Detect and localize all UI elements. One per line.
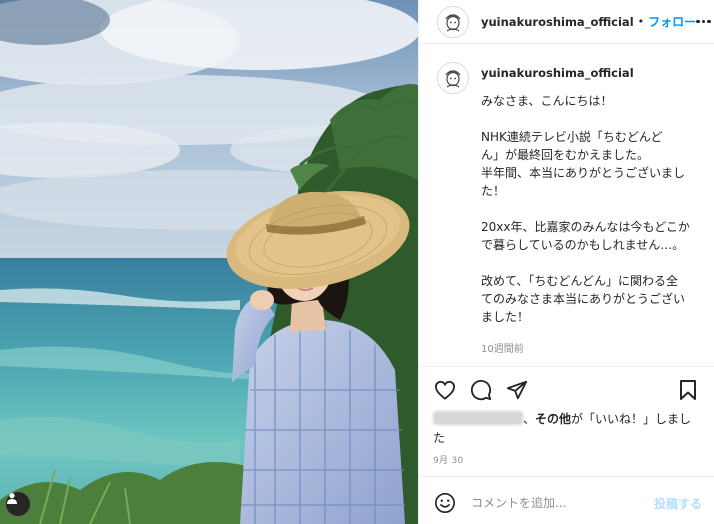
avatar-sketch-icon [439,64,467,92]
post-photo[interactable] [0,0,418,524]
caption: yuinakuroshima_official みなさま、こんにちは！ NHK連続… [437,62,700,355]
share-button[interactable] [505,378,529,402]
caption-line: 半年間、本当にありがとうございまし [481,166,686,180]
emoji-button[interactable] [433,491,457,515]
caption-line: みなさま、こんにちは！ [481,94,613,108]
comment-input[interactable] [471,496,641,510]
like-button[interactable] [433,378,457,402]
paper-plane-icon [506,380,528,400]
ellipsis-dot [701,19,706,24]
follow-button[interactable]: フォロー [648,13,696,30]
caption-line: 20xx年、比嘉家のみんなは今もどこか [481,220,690,234]
ellipsis-dot [707,19,711,24]
ellipsis-icon [696,19,700,24]
more-options-button[interactable] [696,19,711,24]
comment-bubble-icon [470,379,492,401]
action-bar [433,377,700,403]
caption-line: ん」が最終回をむかえました。 [481,148,650,162]
comment-bar: 投稿する [433,489,702,517]
post-side-panel: yuinakuroshima_official • フォロー yuinakuro… [418,0,714,524]
user-tag-button[interactable] [6,492,30,516]
blurred-liker-name[interactable] [433,411,523,425]
avatar-sketch-icon [439,7,467,36]
post-date[interactable]: 9月 30 [433,453,464,466]
save-button[interactable] [676,378,700,402]
caption-line: で暮らしているのかもしれません…。 [481,238,685,252]
likes-summary: 、その他が「いいね！」しました [433,410,702,448]
post-header: yuinakuroshima_official • フォロー [419,0,714,44]
caption-line: た！ [481,184,506,198]
caption-blank-line [481,200,690,218]
photo-illustration [0,0,418,524]
likes-suffix-2: た [433,431,446,445]
caption-blank-line [481,254,690,272]
instagram-post-modal: yuinakuroshima_official • フォロー yuinakuro… [0,0,714,524]
separator-dot: • [637,15,645,28]
user-tag-icon [7,493,17,504]
likes-comma: 、 [523,412,536,426]
caption-blank-line [481,110,690,128]
divider [419,366,714,367]
header-username[interactable]: yuinakuroshima_official [481,15,634,29]
caption-username[interactable]: yuinakuroshima_official [481,66,690,80]
caption-line: ました！ [481,310,530,324]
caption-timestamp[interactable]: 10週間前 [481,340,690,355]
caption-line: 改めて、「ちむどんどん」に関わる全 [481,274,679,288]
divider [419,476,714,477]
caption-line: NHK連続テレビ小説「ちむどんど [481,130,663,144]
bookmark-icon [680,380,696,400]
likes-suffix: が「いいね！」しまし [571,412,692,426]
caption-body: yuinakuroshima_official みなさま、こんにちは！ NHK連続… [481,62,690,355]
likes-others-link[interactable]: その他 [535,412,571,426]
post-comment-button[interactable]: 投稿する [654,495,702,512]
heart-icon [434,380,456,400]
smiley-icon [435,493,455,513]
caption-text: みなさま、こんにちは！ NHK連続テレビ小説「ちむどんど ん」が最終回をむかえました… [481,92,690,326]
caption-avatar[interactable] [437,62,469,94]
avatar[interactable] [437,5,469,38]
caption-line: てのみなさま本当にありがとうござい [481,292,686,306]
comment-button[interactable] [469,378,493,402]
